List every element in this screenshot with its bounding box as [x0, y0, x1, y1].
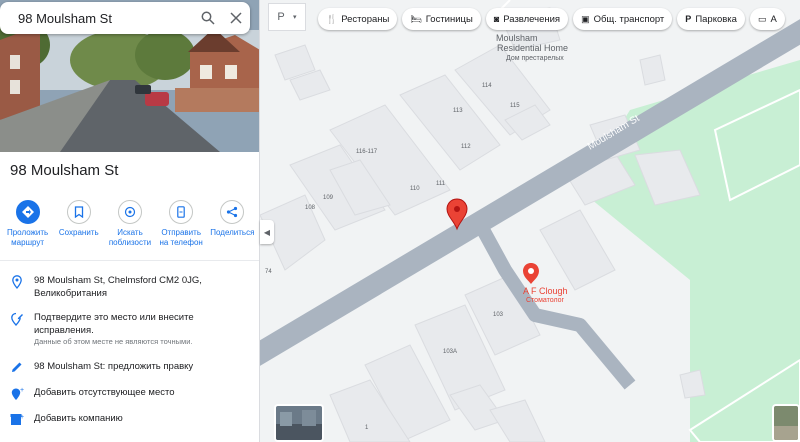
house-number: 103A [443, 349, 457, 355]
confirm-note: Данные об этом месте не являются точными… [34, 337, 193, 346]
share-button[interactable]: Поделиться [208, 200, 256, 248]
divider [0, 260, 259, 261]
place-title: 98 Moulsham St [10, 162, 119, 179]
street-view-thumbnail[interactable] [274, 404, 324, 442]
house-number: 103 [493, 312, 504, 318]
confirm-line1: Подтвердите это место или внесите [34, 312, 194, 323]
edit-location-icon [11, 312, 23, 326]
house-number: 112 [461, 144, 471, 150]
camera-icon: ◙ [493, 14, 500, 24]
house-number: 111 [436, 181, 446, 187]
svg-text:+: + [20, 387, 24, 394]
house-number: 110 [410, 186, 420, 192]
search-icon [201, 11, 215, 25]
chip-label: Рестораны [341, 13, 390, 25]
search-box[interactable] [0, 2, 250, 34]
confirm-line2: исправления. [34, 325, 94, 336]
chip-restaurants[interactable]: 🍴 Рестораны [318, 8, 398, 30]
directions-button[interactable]: Проложить маршрут [4, 200, 52, 248]
add-business-text: Добавить компанию [34, 413, 123, 424]
action-label: Проложить маршрут [6, 228, 49, 247]
chevron-down-icon[interactable]: ▾ [293, 13, 297, 21]
share-icon [220, 200, 245, 224]
house-number: 114 [482, 83, 492, 89]
nearby-icon [117, 200, 142, 224]
chip-label: Парковка [695, 13, 737, 25]
bookmark-icon [66, 200, 91, 224]
suggest-edit-row[interactable]: 98 Moulsham St: предложить правку [0, 360, 259, 373]
house-number: 113 [453, 108, 463, 114]
svg-text:+: + [20, 414, 24, 421]
action-label: Поделиться [210, 228, 255, 237]
house-number: 115 [510, 103, 520, 109]
svg-text:Стоматолог: Стоматолог [526, 297, 565, 304]
directions-icon [15, 200, 40, 224]
add-missing-row[interactable]: + Добавить отсутствующее место [0, 386, 259, 401]
restaurant-icon: 🍴 [326, 13, 338, 24]
phone-icon [169, 200, 194, 224]
send-to-phone-button[interactable]: Отправить на телефон [157, 200, 205, 248]
search-button[interactable] [194, 2, 222, 34]
atm-icon: ▭ [757, 13, 767, 24]
pencil-icon [12, 362, 22, 372]
chip-label: Общ. транспорт [593, 13, 665, 25]
add-location-icon: + [11, 387, 24, 400]
category-chips: 🍴 Рестораны 🛏 Гостиницы ◙ Развлечения ▣ … [318, 8, 785, 30]
address-line1: 98 Moulsham St, Chelmsford CM2 0JG, [34, 275, 202, 286]
svg-text:Дом престарелых: Дом престарелых [506, 55, 564, 62]
house-number: 116-117 [356, 149, 378, 155]
map-graphics: Moulsham St Moulsham Residential Home До… [234, 0, 800, 442]
chip-transit[interactable]: ▣ Общ. транспорт [573, 8, 673, 30]
layers-label: Р [277, 11, 285, 23]
close-icon [230, 12, 242, 24]
layers-control[interactable]: Р ▾ [268, 3, 306, 31]
svg-text:Moulsham: Moulsham [496, 33, 538, 43]
chip-label: Развлечения [503, 13, 561, 25]
address-row[interactable]: 98 Moulsham St, Chelmsford CM2 0JG, Вели… [0, 274, 259, 300]
search-input[interactable] [18, 10, 194, 26]
collapse-panel-button[interactable]: ◀ [260, 220, 274, 244]
save-button[interactable]: Сохранить [55, 200, 103, 248]
chip-parking[interactable]: P Парковка [677, 8, 745, 30]
action-label: Искать поблизости [108, 228, 152, 247]
map-canvas[interactable]: Moulsham St Moulsham Residential Home До… [234, 0, 800, 442]
add-missing-text: Добавить отсутствующее место [34, 387, 175, 398]
chip-entertainment[interactable]: ◙ Развлечения [485, 8, 569, 30]
house-number: 109 [323, 195, 334, 201]
action-label: Отправить на телефон [159, 228, 203, 247]
suggest-edit-text: 98 Moulsham St: предложить правку [34, 361, 194, 372]
chip-label: Гостиницы [425, 13, 473, 25]
add-business-row[interactable]: + Добавить компанию [0, 412, 259, 426]
transit-icon: ▣ [581, 13, 590, 24]
chip-hotels[interactable]: 🛏 Гостиницы [402, 8, 481, 30]
house-number: 108 [305, 205, 316, 211]
location-icon [12, 275, 22, 289]
address-line2: Великобритания [34, 288, 107, 299]
svg-text:Residential Home: Residential Home [497, 43, 568, 53]
chip-label: А [770, 13, 777, 25]
confirm-place-row[interactable]: Подтвердите это место или внесите исправ… [0, 311, 259, 347]
place-panel: 98 Moulsham St Проложить маршрут Сохрани… [0, 0, 260, 442]
hotel-icon: 🛏 [410, 13, 422, 24]
action-label: Сохранить [58, 228, 99, 237]
house-number: 74 [265, 269, 272, 275]
chevron-left-icon: ◀ [263, 227, 271, 237]
store-icon: + [10, 414, 24, 425]
action-buttons: Проложить маршрут Сохранить Искать побли… [0, 200, 259, 248]
imagery-thumbnail[interactable] [772, 404, 800, 442]
clear-search-button[interactable] [222, 2, 250, 34]
nearby-button[interactable]: Искать поблизости [106, 200, 154, 248]
chip-atm[interactable]: ▭ А [749, 8, 785, 30]
svg-text:A F Clough: A F Clough [523, 286, 568, 296]
parking-icon: P [685, 14, 692, 24]
